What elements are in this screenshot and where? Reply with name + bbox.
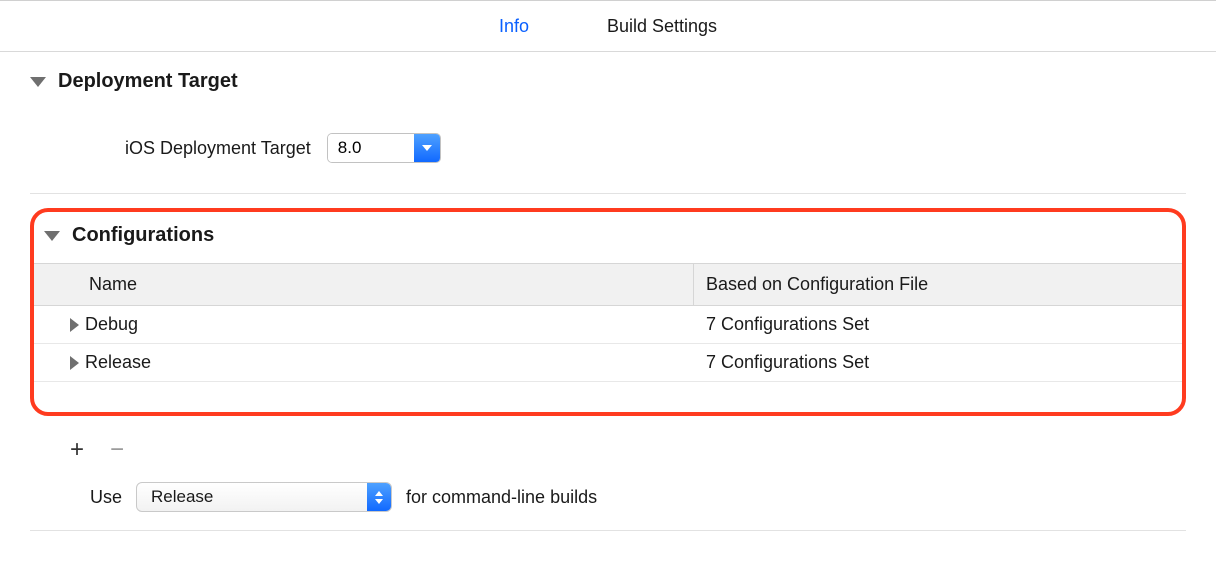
- configurations-table: Name Based on Configuration File Debug 7…: [34, 263, 1182, 382]
- section-header-configurations[interactable]: Configurations: [34, 224, 1182, 247]
- config-name: Release: [85, 352, 151, 373]
- selected-configuration: Release: [137, 483, 367, 511]
- remove-configuration-button[interactable]: −: [110, 436, 124, 464]
- combo-dropdown-button[interactable]: [414, 134, 440, 162]
- popup-stepper[interactable]: [367, 483, 391, 511]
- chevron-up-icon: [375, 491, 383, 496]
- configurations-highlight: Configurations Name Based on Configurati…: [30, 208, 1186, 416]
- tab-info[interactable]: Info: [495, 10, 533, 43]
- chevron-down-icon: [30, 77, 46, 87]
- project-tabbar: Info Build Settings: [0, 0, 1216, 52]
- add-remove-bar: + −: [30, 416, 1186, 464]
- section-header-deployment[interactable]: Deployment Target: [30, 70, 1186, 93]
- label-ios-deployment-target: iOS Deployment Target: [125, 138, 311, 159]
- tab-build-settings[interactable]: Build Settings: [603, 10, 721, 43]
- use-for-cli-row: Use Release for command-line builds: [30, 464, 1186, 531]
- chevron-down-icon: [44, 231, 60, 241]
- chevron-down-icon: [422, 145, 432, 151]
- label-for-cli: for command-line builds: [406, 487, 597, 508]
- table-row[interactable]: Debug 7 Configurations Set: [34, 306, 1182, 344]
- deployment-target-section: Deployment Target iOS Deployment Target …: [0, 52, 1216, 531]
- deployment-target-combo[interactable]: [327, 133, 441, 163]
- chevron-right-icon[interactable]: [70, 318, 79, 332]
- table-header: Name Based on Configuration File: [34, 263, 1182, 306]
- chevron-down-icon: [375, 499, 383, 504]
- use-configuration-popup[interactable]: Release: [136, 482, 392, 512]
- chevron-right-icon[interactable]: [70, 356, 79, 370]
- section-title: Configurations: [72, 224, 214, 247]
- config-name: Debug: [85, 314, 138, 335]
- deployment-target-input[interactable]: [328, 134, 414, 162]
- table-row[interactable]: Release 7 Configurations Set: [34, 344, 1182, 382]
- label-use: Use: [90, 487, 122, 508]
- config-file: 7 Configurations Set: [694, 306, 1182, 343]
- config-file: 7 Configurations Set: [694, 344, 1182, 381]
- col-header-name[interactable]: Name: [34, 264, 694, 305]
- col-header-file[interactable]: Based on Configuration File: [694, 264, 1182, 305]
- add-configuration-button[interactable]: +: [70, 436, 84, 464]
- deployment-target-row: iOS Deployment Target: [30, 103, 1186, 194]
- section-title: Deployment Target: [58, 70, 238, 93]
